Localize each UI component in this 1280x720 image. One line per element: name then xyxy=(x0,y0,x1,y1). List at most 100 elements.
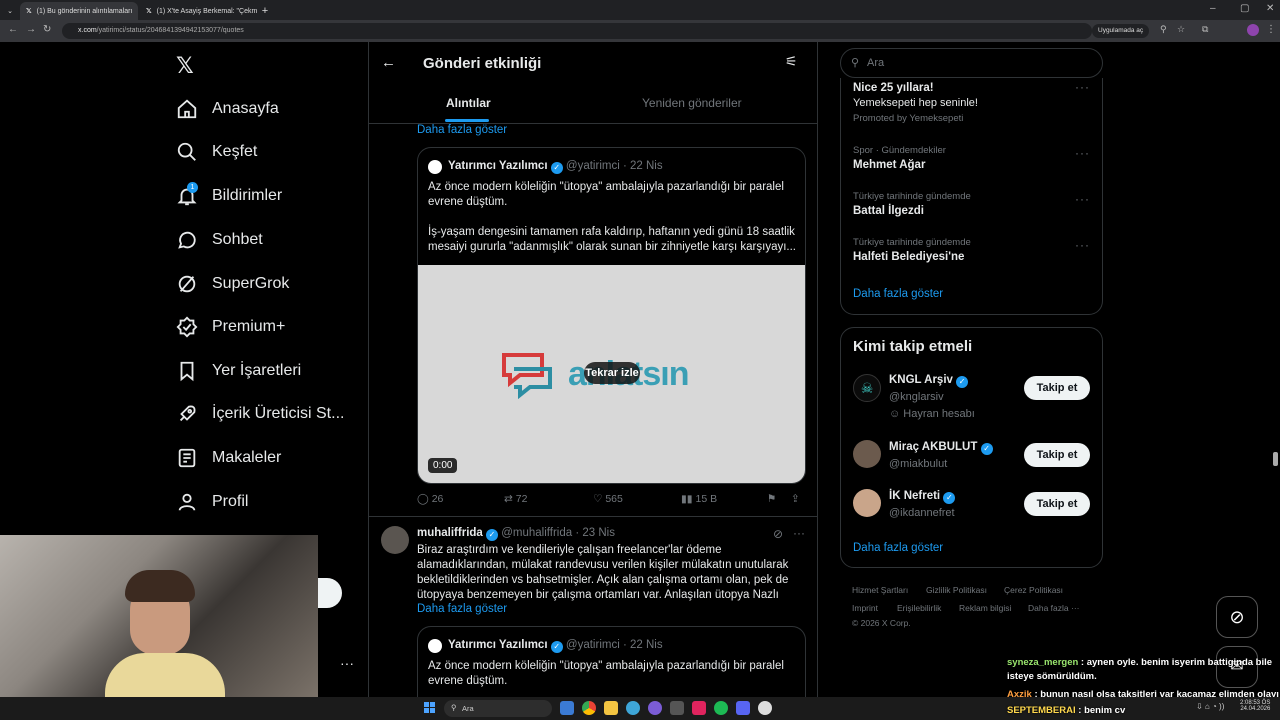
url-field[interactable]: x.com/yatirimci/status/20468413949421530… xyxy=(62,23,1092,39)
back-icon[interactable]: ← xyxy=(8,24,18,35)
open-in-app-chip[interactable]: Uygulamada aç xyxy=(1092,24,1150,38)
trend-more-icon[interactable]: ··· xyxy=(1075,238,1090,252)
windows-start-icon[interactable] xyxy=(424,702,436,714)
share-icon[interactable]: ⇪ xyxy=(791,493,800,505)
avatar[interactable] xyxy=(428,160,442,174)
clock[interactable]: 2:08:53 ÖS 24.04.2026 xyxy=(1240,700,1270,712)
browser-tab-active[interactable]: 𝕏 (1) Bu gönderinin alıntılamaları ✕ xyxy=(20,2,138,20)
x-logo-icon[interactable]: 𝕏 xyxy=(176,53,194,79)
reply-button[interactable]: ◯ 26 xyxy=(417,493,443,505)
trend-more-icon[interactable]: ··· xyxy=(1075,192,1090,206)
nav-articles[interactable]: Makaleler xyxy=(176,445,281,471)
bookmark-icon[interactable]: ⚑ xyxy=(767,493,776,505)
search-box[interactable]: ⚲ Ara xyxy=(840,48,1103,78)
follow-button[interactable]: Takip et xyxy=(1024,443,1090,467)
taskbar-search[interactable]: ⚲ Ara xyxy=(444,700,552,717)
forward-icon[interactable]: → xyxy=(26,24,36,35)
show-more-link[interactable]: Daha fazla göster xyxy=(417,603,507,615)
like-button[interactable]: ♡ 565 xyxy=(593,493,623,505)
author-name[interactable]: muhaliffrida xyxy=(417,527,483,539)
chrome-icon[interactable] xyxy=(582,701,596,715)
extensions-icon[interactable]: ⧉ xyxy=(1202,24,1208,35)
close-window-icon[interactable]: ✕ xyxy=(1266,3,1274,14)
obs-icon[interactable] xyxy=(758,701,772,715)
nav-home[interactable]: Anasayfa xyxy=(176,96,279,122)
reload-icon[interactable]: ↻ xyxy=(43,24,51,35)
nav-creator-studio[interactable]: İçerik Üreticisi St... xyxy=(176,401,344,427)
suggestion-name-row[interactable]: İK Nefreti ✓ xyxy=(889,490,956,504)
minimize-icon[interactable]: – xyxy=(1210,3,1216,14)
promoted-trend[interactable]: Nice 25 yıllara! Yemeksepeti hep seninle… xyxy=(853,82,978,124)
nav-supergrok[interactable]: SuperGrok xyxy=(176,271,289,297)
nav-profile[interactable]: Profil xyxy=(176,489,248,515)
footer-accessibility-link[interactable]: Erişilebilirlik xyxy=(897,603,941,613)
avatar[interactable] xyxy=(428,639,442,653)
tab-reposts[interactable]: Yeniden gönderiler xyxy=(642,96,742,110)
trend-item[interactable]: Türkiye tarihinde gündemde Halfeti Beled… xyxy=(853,237,971,263)
nav-explore[interactable]: Keşfet xyxy=(176,139,257,165)
nav-premium[interactable]: Premium+ xyxy=(176,314,285,340)
who-show-more-link[interactable]: Daha fazla göster xyxy=(853,542,943,554)
author-name[interactable]: Yatırımcı Yazılımcı xyxy=(448,160,548,172)
nav-bookmarks[interactable]: Yer İşaretleri xyxy=(176,358,301,384)
zoom-icon[interactable]: ⚲ xyxy=(1160,24,1167,35)
tab-list-button[interactable]: ⌄ xyxy=(4,2,16,20)
explorer-icon[interactable] xyxy=(604,701,618,715)
author-name[interactable]: Yatırımcı Yazılımcı xyxy=(448,639,548,651)
tray-icons[interactable]: ⇩ ⌂ ◔ )) xyxy=(1196,702,1224,711)
footer-ads-link[interactable]: Reklam bilgisi xyxy=(959,603,1011,613)
follow-button[interactable]: Takip et xyxy=(1024,376,1090,400)
footer-imprint-link[interactable]: Imprint xyxy=(852,603,878,613)
spotify-icon[interactable] xyxy=(714,701,728,715)
video-player[interactable]: anlatsın Tekrar izle 0:00 xyxy=(418,265,805,483)
tab-quotes[interactable]: Alıntılar xyxy=(446,96,491,110)
trends-show-more-link[interactable]: Daha fazla göster xyxy=(853,288,943,300)
filter-settings-icon[interactable]: ⚟ xyxy=(785,53,798,70)
avatar[interactable] xyxy=(853,440,881,468)
trend-item[interactable]: Türkiye tarihinde gündemde Battal İlgezd… xyxy=(853,191,971,217)
app-icon[interactable] xyxy=(648,701,662,715)
footer-terms-link[interactable]: Hizmet Şartları xyxy=(852,585,908,595)
maximize-icon[interactable]: ▢ xyxy=(1240,3,1249,14)
account-more-icon[interactable]: ··· xyxy=(340,655,354,671)
footer-privacy-link[interactable]: Gizlilik Politikası xyxy=(926,585,987,595)
suggestion-name-row[interactable]: KNGL Arşiv ✓ xyxy=(889,374,969,388)
edge-icon[interactable] xyxy=(626,701,640,715)
post-more-icon[interactable]: ··· xyxy=(793,526,805,540)
new-tab-button[interactable]: + xyxy=(258,2,272,20)
trend-item[interactable]: Spor · Gündemdekiler Mehmet Ağar xyxy=(853,145,946,171)
app-icon[interactable] xyxy=(692,701,706,715)
menu-icon[interactable]: ⋮ xyxy=(1266,24,1276,35)
star-icon[interactable]: ☆ xyxy=(1177,24,1185,35)
quoted-post-card[interactable]: Yatırımcı Yazılımcı ✓ @yatirimci · 22 Ni… xyxy=(417,147,806,484)
profile-avatar-icon[interactable] xyxy=(1247,24,1259,36)
show-more-link[interactable]: Daha fazla göster xyxy=(417,124,507,136)
post-button-partial[interactable] xyxy=(318,578,342,608)
close-tab-icon[interactable]: ✕ xyxy=(137,7,138,16)
footer-more-link[interactable]: Daha fazla ··· xyxy=(1028,603,1080,613)
promo-title: Nice 25 yıllara! xyxy=(853,82,934,94)
suggestion-name-row[interactable]: Miraç AKBULUT ✓ xyxy=(889,441,993,455)
trend-more-icon[interactable]: ··· xyxy=(1075,146,1090,160)
task-view-icon[interactable] xyxy=(560,701,574,715)
views-button[interactable]: ▮▮ 15 B xyxy=(681,493,717,505)
grok-explain-icon[interactable]: ⊘ xyxy=(773,527,783,541)
search-icon: ⚲ xyxy=(451,703,457,712)
grok-float-icon[interactable]: ⊘ xyxy=(1216,596,1258,638)
repost-button[interactable]: ⇄ 72 xyxy=(504,493,527,505)
nav-chat[interactable]: Sohbet xyxy=(176,227,263,253)
avatar[interactable] xyxy=(381,526,409,554)
footer-cookie-link[interactable]: Çerez Politikası xyxy=(1004,585,1063,595)
replay-button[interactable]: Tekrar izle xyxy=(584,362,640,384)
nav-notifications[interactable]: Bildirimler 1 xyxy=(176,182,282,209)
follow-button[interactable]: Takip et xyxy=(1024,492,1090,516)
discord-icon[interactable] xyxy=(736,701,750,715)
trend-more-icon[interactable]: ··· xyxy=(1075,80,1090,94)
back-arrow-icon[interactable]: ← xyxy=(381,54,396,71)
tab-label: (1) Bu gönderinin alıntılamaları xyxy=(36,7,133,15)
browser-tab[interactable]: 𝕏 (1) X'te Asayiş Berkemal: "Çekm ✕ xyxy=(140,2,258,20)
app-icon[interactable] xyxy=(670,701,684,715)
avatar[interactable] xyxy=(853,489,881,517)
page-scrollbar[interactable] xyxy=(1273,452,1278,466)
avatar[interactable]: ☠ xyxy=(853,374,881,402)
